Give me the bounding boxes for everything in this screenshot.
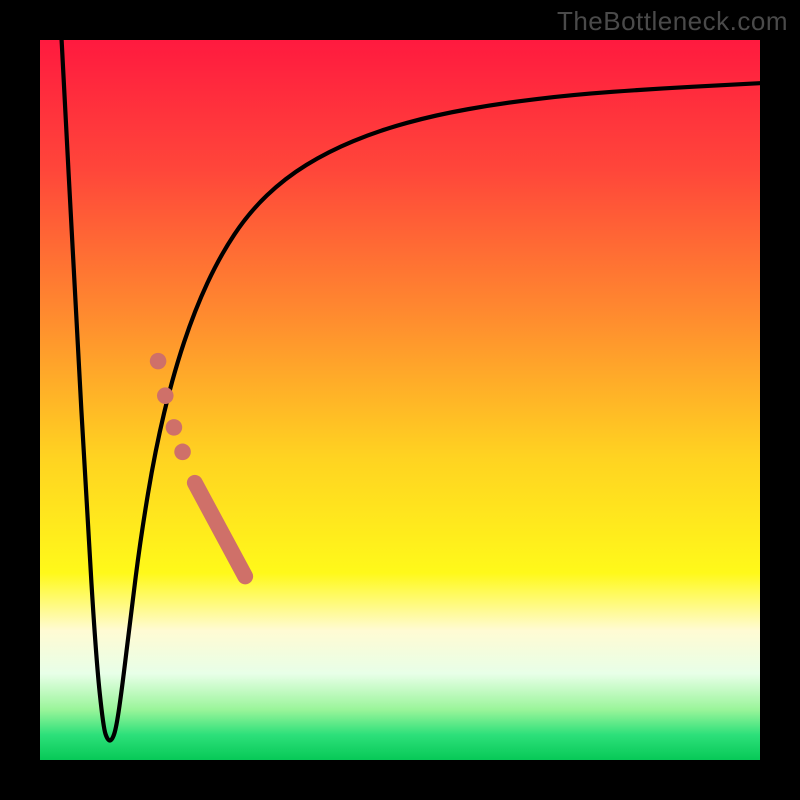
marker-bar [195, 483, 245, 577]
marker-dot [150, 353, 167, 370]
marker-dot [166, 419, 183, 436]
attribution-text: TheBottleneck.com [557, 6, 788, 37]
marker-dot [157, 387, 174, 404]
plot-area [40, 40, 760, 760]
curve-markers [150, 353, 245, 577]
curve-layer [40, 40, 760, 760]
marker-dot [174, 444, 191, 461]
chart-frame: TheBottleneck.com [0, 0, 800, 800]
